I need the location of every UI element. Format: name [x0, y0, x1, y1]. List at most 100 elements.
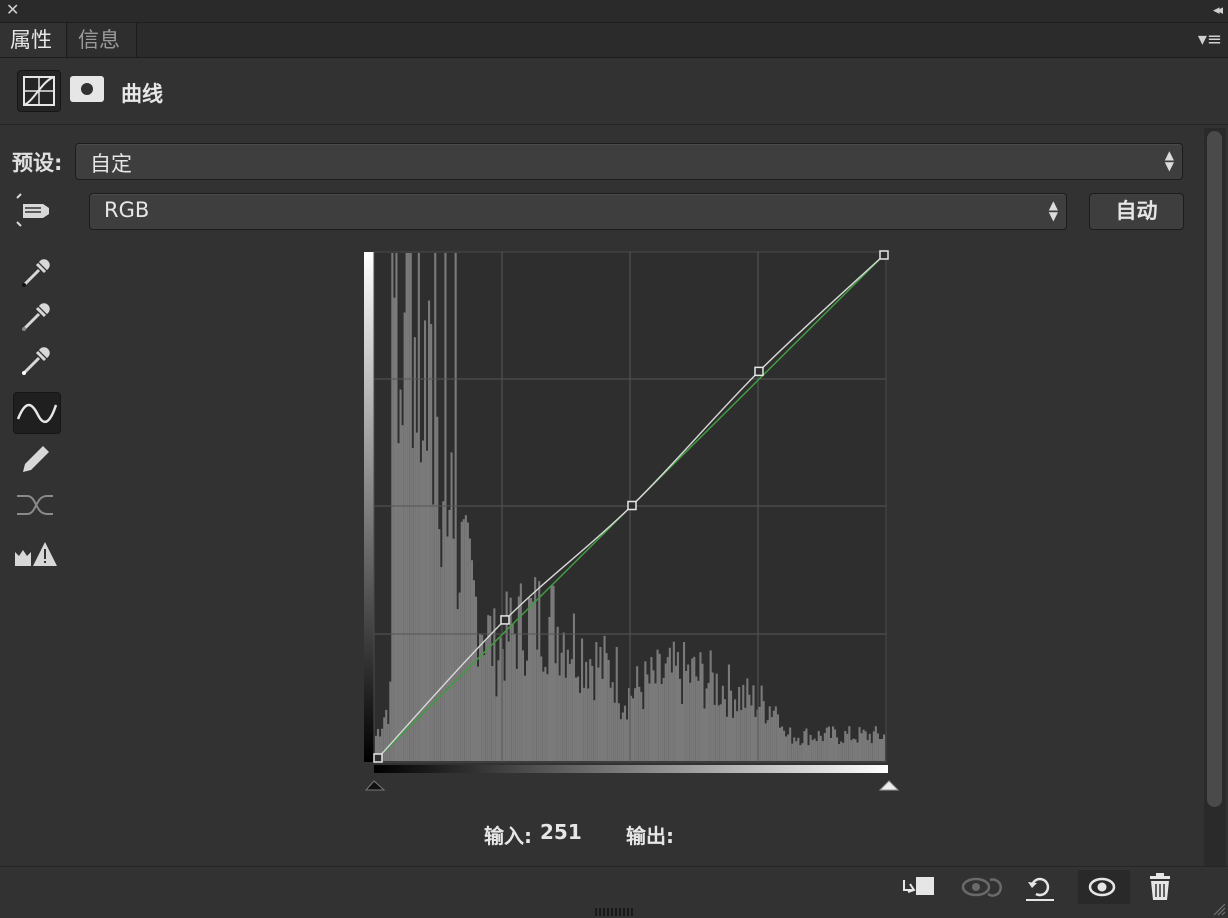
- auto-button[interactable]: 自动: [1089, 193, 1184, 230]
- histogram-bar: [829, 738, 832, 761]
- panel-resize-grip[interactable]: [594, 906, 634, 916]
- gray-eyedropper-icon[interactable]: [13, 296, 59, 336]
- histogram-bar: [456, 609, 459, 761]
- scrollbar-thumb[interactable]: [1207, 131, 1222, 807]
- histogram-bar: [750, 705, 753, 761]
- input-value: 251: [540, 820, 582, 844]
- histogram-bar: [876, 733, 879, 761]
- curves-graph[interactable]: [362, 250, 902, 796]
- histogram-bar: [617, 703, 620, 761]
- histogram-bar: [844, 731, 847, 761]
- histogram-bar: [560, 652, 563, 761]
- histogram-bar: [640, 692, 643, 761]
- histogram-bar: [454, 253, 457, 761]
- pencil-icon[interactable]: [13, 438, 59, 478]
- tab-info[interactable]: 信息: [68, 23, 137, 57]
- histogram-bar: [393, 297, 396, 761]
- histogram-bar: [781, 726, 784, 761]
- collapse-icon[interactable]: ◂◂: [1213, 0, 1223, 22]
- histogram-bar: [468, 538, 471, 761]
- curve-control-point[interactable]: [754, 366, 764, 377]
- histogram-bar: [424, 320, 427, 761]
- histogram-bar: [676, 652, 679, 761]
- histogram-bar: [854, 739, 857, 761]
- histogram-bar: [823, 733, 826, 761]
- histogram-bar: [483, 655, 486, 761]
- curve-points-icon[interactable]: [13, 392, 61, 434]
- histogram-bar: [770, 717, 773, 761]
- visibility-eye-icon[interactable]: [1078, 870, 1130, 904]
- histogram-bar: [862, 729, 865, 761]
- clipping-warning-icon[interactable]: [13, 534, 59, 574]
- histogram-bar: [650, 657, 653, 761]
- preset-select[interactable]: 自定 ▲ ▼: [75, 143, 1183, 180]
- histogram-bar: [515, 668, 518, 761]
- histogram-bar: [411, 448, 414, 761]
- histogram-bar: [817, 730, 820, 761]
- histogram-bar: [479, 634, 482, 761]
- histogram-bar: [880, 738, 883, 761]
- curves-adjustment-icon[interactable]: [17, 70, 61, 112]
- histogram-bar: [662, 677, 665, 761]
- histogram-bar: [791, 743, 794, 761]
- curve-control-point[interactable]: [500, 615, 510, 625]
- clip-to-layer-icon[interactable]: [896, 870, 940, 904]
- preset-value: 自定: [90, 152, 132, 176]
- channel-select[interactable]: RGB ▲ ▼: [89, 193, 1067, 230]
- histogram-bar: [868, 733, 871, 761]
- histogram-bar: [499, 637, 502, 761]
- histogram-bar: [619, 719, 622, 761]
- corner-resize-grip[interactable]: [1212, 902, 1226, 916]
- histogram-bar: [572, 613, 575, 761]
- histogram-bar: [778, 727, 781, 761]
- layer-mask-icon[interactable]: [70, 76, 104, 102]
- histogram-bar: [776, 714, 779, 761]
- smooth-curve-icon[interactable]: [13, 484, 59, 524]
- view-previous-state-icon[interactable]: [958, 870, 1002, 904]
- histogram-bar: [681, 704, 684, 761]
- histogram-bar: [664, 663, 667, 761]
- curve-control-point[interactable]: [373, 753, 383, 763]
- histogram-bar: [489, 615, 492, 761]
- histogram-bar: [536, 649, 539, 761]
- histogram-bar: [585, 661, 588, 761]
- histogram-bar: [638, 686, 641, 761]
- curve-control-point[interactable]: [627, 500, 637, 511]
- histogram-bar: [666, 657, 669, 761]
- output-label: 输出:: [626, 824, 674, 848]
- histogram-bar: [383, 717, 386, 761]
- curve-control-point[interactable]: [879, 250, 889, 260]
- histogram-bar: [852, 738, 855, 761]
- histogram-bar: [460, 521, 463, 761]
- histogram-bar: [436, 416, 439, 761]
- histogram-bar: [815, 741, 818, 761]
- tab-properties[interactable]: 属性: [0, 23, 67, 57]
- hand-target-icon[interactable]: [13, 190, 59, 230]
- histogram-bar: [740, 710, 743, 761]
- adjustment-header: 曲线: [0, 58, 1228, 125]
- histogram-bar: [597, 667, 600, 761]
- panel-menu-icon[interactable]: ▾≡: [1198, 29, 1222, 50]
- histogram-bar: [532, 601, 535, 761]
- white-point-slider[interactable]: [878, 780, 900, 791]
- histogram-bar: [783, 730, 786, 761]
- histogram-bar: [738, 687, 741, 761]
- histogram-bar: [519, 583, 522, 761]
- black-eyedropper-icon[interactable]: [13, 252, 59, 292]
- histogram-bar: [613, 702, 616, 761]
- histogram-bar: [507, 641, 510, 761]
- reset-icon[interactable]: [1018, 870, 1062, 904]
- trash-icon[interactable]: [1140, 870, 1184, 904]
- histogram-bar: [632, 698, 635, 761]
- white-eyedropper-icon[interactable]: [13, 340, 59, 380]
- histogram-bar: [538, 581, 541, 761]
- close-icon[interactable]: ✕: [6, 0, 19, 20]
- histogram-bar: [430, 324, 433, 761]
- histogram-bar: [762, 701, 765, 761]
- histogram-bar: [556, 626, 559, 761]
- histogram-bar: [789, 727, 792, 761]
- black-point-slider[interactable]: [364, 780, 386, 791]
- histogram-bar: [477, 666, 480, 761]
- input-gradient-bar: [374, 765, 888, 773]
- histogram-bar: [774, 706, 777, 761]
